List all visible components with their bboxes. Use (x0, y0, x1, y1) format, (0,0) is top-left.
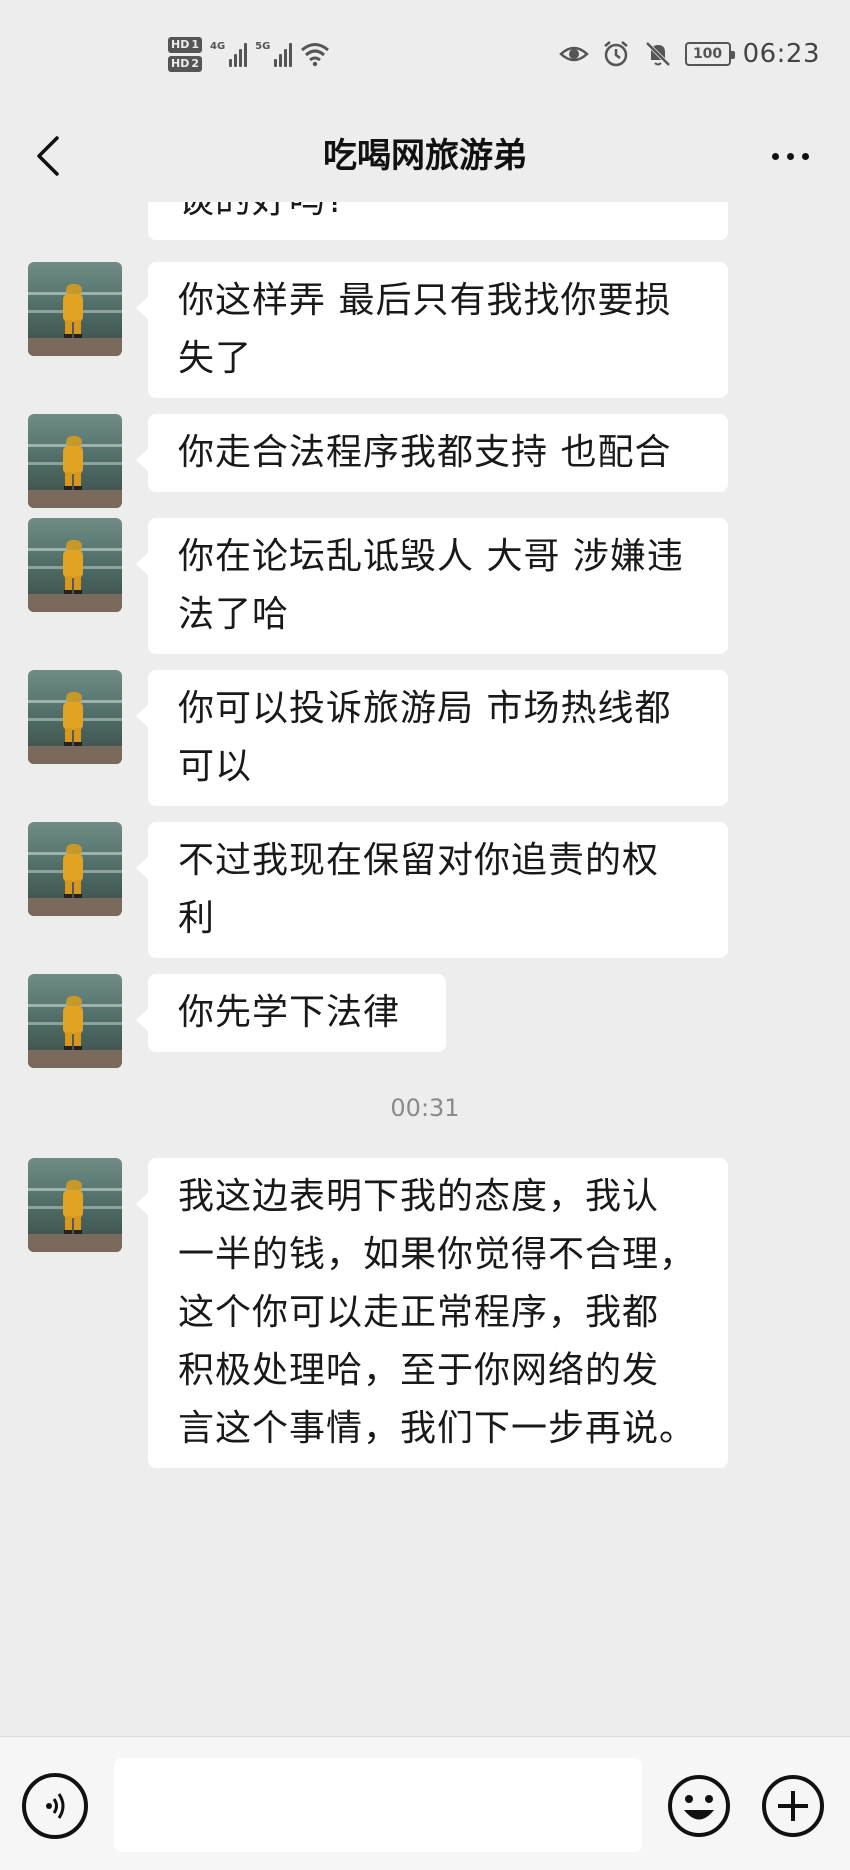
message-text-line: 你走合法程序我都支持 也配合 (178, 432, 672, 473)
message-bubble[interactable]: 你在论坛乱诋毁人 大哥 涉嫌违 法了哈 (136, 518, 728, 654)
message-bubble[interactable]: 你这样弄 最后只有我找你要损 失了 (136, 262, 728, 398)
status-bar: HD 1 HD 2 4G 5G 100 06:23 (0, 0, 850, 110)
message-text-line: 失了 (178, 338, 253, 379)
message-text-line: 你这样弄 最后只有我找你要损 (178, 280, 672, 321)
timestamp-separator: 00:31 (390, 1094, 460, 1122)
chat-title: 吃喝网旅游弟 (323, 136, 527, 176)
message-text-line: 你可以投诉旅游局 市场热线都 (178, 688, 672, 729)
emoji-icon[interactable] (666, 1773, 732, 1839)
message-text-line: 不过我现在保留对你追责的权 (178, 840, 660, 881)
more-dot-icon (786, 152, 794, 160)
avatar[interactable] (28, 670, 122, 764)
voice-icon (46, 1793, 65, 1819)
back-button[interactable] (28, 130, 68, 182)
avatar[interactable] (28, 974, 122, 1068)
message-bubble[interactable]: 不过我现在保留对你追责的权利 (136, 822, 728, 958)
chevron-left-icon (37, 136, 59, 176)
message-text-line: 可以 (178, 746, 253, 787)
avatar[interactable] (28, 518, 122, 612)
message-bubble[interactable]: 你可以投诉旅游局 市场热线都 可以 (136, 670, 728, 806)
wifi-icon (301, 43, 330, 67)
status-left: HD 1 HD 2 4G 5G (168, 32, 330, 76)
message-text-line: 你在论坛乱诋毁人 大哥 涉嫌违 (178, 536, 684, 577)
signal-4g-icon: 4G (210, 41, 248, 67)
message-text-line: 一半的钱，如果你觉得不合理， (178, 1234, 697, 1275)
message-bubble[interactable]: 你先学下法律 (136, 974, 446, 1052)
message-text-line: 法了哈 (178, 594, 290, 635)
message-bubble[interactable]: 我这边表明下我的态度，我认 一半的钱，如果你觉得不合理， 这个你可以走正常程序，我都… (136, 1158, 728, 1468)
signal-5g-icon: 5G (255, 41, 293, 67)
eye-icon (558, 46, 589, 62)
message-text-line: 这个你可以走正常程序，我都 (178, 1292, 660, 1333)
voice-button[interactable] (22, 1773, 88, 1839)
status-right: 100 06:23 (558, 36, 820, 72)
message-list[interactable]: 谈的好吗?你这样弄 最后只有我找你要损失了你走合法程序我都支持 也配合你在论坛乱… (0, 202, 850, 1736)
sim1-badge: HD 1 (168, 36, 202, 53)
sim2-badge: HD 2 (168, 55, 202, 72)
alarm-icon (603, 41, 628, 67)
sim-indicators: HD 1 HD 2 (168, 36, 202, 72)
chat-header: 吃喝网旅游弟 (0, 110, 850, 202)
avatar[interactable] (28, 414, 122, 508)
input-bar (0, 1736, 850, 1870)
avatar[interactable] (28, 1158, 122, 1252)
message-text-line: 谈的好吗? (178, 202, 700, 230)
mute-icon (645, 41, 670, 67)
message-text-line: 利 (178, 898, 216, 939)
avatar[interactable] (28, 822, 122, 916)
battery-icon: 100 (684, 42, 735, 66)
message-bubble[interactable]: 你走合法程序我都支持 也配合 (136, 414, 728, 492)
message-text-line: 你先学下法律 (178, 992, 401, 1033)
status-time: 06:23 (742, 39, 820, 69)
message-text-line: 我这边表明下我的态度，我认 (178, 1176, 660, 1217)
avatar[interactable] (28, 262, 122, 356)
more-options-button[interactable] (760, 136, 820, 176)
message-input[interactable] (114, 1758, 642, 1852)
plus-icon[interactable] (760, 1773, 826, 1839)
more-dot-icon (801, 152, 809, 160)
more-dot-icon (771, 152, 779, 160)
message-text-line: 言这个事情，我们下一步再说。 (178, 1408, 697, 1449)
message-text-line: 积极处理哈，至于你网络的发 (178, 1350, 660, 1391)
message-bubble[interactable]: 谈的好吗? (148, 202, 728, 240)
